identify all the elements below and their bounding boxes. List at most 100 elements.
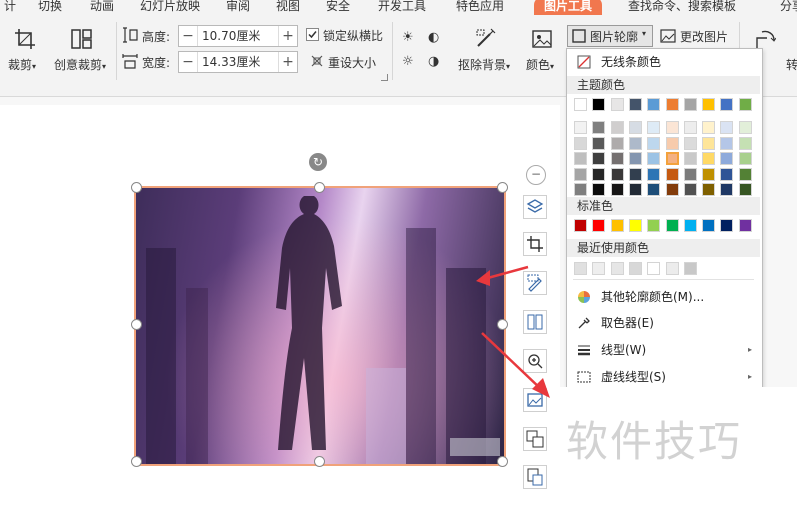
change-picture-button[interactable]: 更改图片 [680,28,728,45]
theme-shade-swatch[interactable] [647,121,661,134]
theme-shade-swatch[interactable] [647,167,661,181]
menu-tab-4[interactable]: 审阅 [226,0,250,15]
theme-shade-swatch[interactable] [702,152,716,165]
theme-shade-swatch[interactable] [665,121,679,134]
theme-shade-swatch[interactable] [610,152,624,165]
creative-crop-icon[interactable] [70,28,94,53]
menu-tab-3[interactable]: 幻灯片放映 [140,0,200,15]
theme-shade-swatch[interactable] [610,167,624,181]
recent-color-swatch[interactable] [647,262,661,275]
standard-color-swatch[interactable] [720,219,734,232]
standard-color-swatch[interactable] [702,219,716,232]
picture-color-icon[interactable] [531,28,553,53]
theme-color-swatch[interactable] [647,98,661,111]
resize-handle-left[interactable] [131,319,142,330]
theme-shade-swatch[interactable] [665,183,679,196]
width-spinner[interactable]: − 14.33厘米 + [178,51,298,73]
theme-shade-swatch[interactable] [683,136,697,150]
theme-shade-swatch[interactable] [702,167,716,181]
more-outline-colors-option[interactable]: 其他轮廓颜色(M)... [573,286,756,308]
theme-shade-swatch[interactable] [592,121,606,134]
decrease-height-button[interactable]: − [179,28,197,44]
standard-color-swatch[interactable] [610,219,624,232]
replace-picture-icon[interactable] [523,427,547,451]
theme-shade-swatch[interactable] [702,121,716,134]
standard-color-swatch[interactable] [647,219,661,232]
theme-color-swatch[interactable] [683,98,697,111]
standard-color-swatch[interactable] [574,219,587,232]
standard-color-swatch[interactable] [592,219,606,232]
theme-shade-swatch[interactable] [683,152,697,165]
theme-shade-swatch[interactable] [592,152,606,165]
crop-button[interactable]: 裁剪▾ [8,56,36,73]
picture-outline-button[interactable]: 图片轮廓 ▾ [567,25,653,47]
eyedropper-option[interactable]: 取色器(E) [573,312,756,334]
theme-color-swatch[interactable] [628,98,642,111]
increase-height-button[interactable]: + [279,28,297,44]
dash-type-option[interactable]: 虚线线型(S) ▸ [573,366,756,388]
theme-shade-swatch[interactable] [574,136,587,150]
theme-shade-swatch[interactable] [628,152,642,165]
theme-shade-swatch[interactable] [592,167,606,181]
remove-background-button[interactable]: 抠除背景▾ [458,56,510,73]
standard-color-swatch[interactable] [683,219,697,232]
theme-shade-swatch[interactable] [610,183,624,196]
theme-shade-swatch[interactable] [720,121,734,134]
menu-tab-11[interactable]: 分享 [780,0,797,15]
remove-background-icon[interactable] [474,28,498,53]
rotate-button[interactable]: 转 [786,56,797,73]
theme-shade-swatch[interactable] [665,152,679,165]
menu-tab-7[interactable]: 开发工具 [378,0,426,15]
theme-shade-swatch[interactable] [592,183,606,196]
rotate-handle-icon[interactable]: ↻ [309,153,327,171]
theme-shade-swatch[interactable] [574,152,587,165]
theme-shade-swatch[interactable] [574,183,587,196]
standard-color-swatch[interactable] [628,219,642,232]
theme-shade-swatch[interactable] [592,136,606,150]
theme-shade-swatch[interactable] [720,183,734,196]
resize-handle-top-left[interactable] [131,182,142,193]
height-input[interactable]: 10.70厘米 [197,26,279,46]
theme-shade-swatch[interactable] [665,136,679,150]
theme-shade-swatch[interactable] [683,183,697,196]
theme-shade-swatch[interactable] [683,167,697,181]
theme-shade-swatch[interactable] [738,152,752,165]
resize-handle-top[interactable] [314,182,325,193]
theme-shade-swatch[interactable] [702,136,716,150]
menu-tab-10[interactable]: 查找命令、搜索模板 [628,0,736,15]
crop-icon[interactable] [14,28,36,53]
theme-color-swatch[interactable] [574,98,587,111]
contrast-down-icon[interactable]: ◑ [428,54,439,69]
theme-shade-swatch[interactable] [647,152,661,165]
theme-shade-swatch[interactable] [702,183,716,196]
menu-tab-0[interactable]: 计 [4,0,16,15]
layers-icon[interactable] [523,195,547,219]
menu-tab-1[interactable]: 切换 [38,0,62,15]
selected-picture[interactable] [134,186,506,466]
theme-color-swatch[interactable] [610,98,624,111]
theme-shade-swatch[interactable] [574,167,587,181]
theme-shade-swatch[interactable] [738,183,752,196]
standard-color-swatch[interactable] [665,219,679,232]
theme-shade-swatch[interactable] [647,183,661,196]
increase-width-button[interactable]: + [279,54,297,70]
brightness-up-icon[interactable]: ☀ [402,30,414,45]
creative-crop-button[interactable]: 创意裁剪▾ [54,56,106,73]
resize-handle-bottom[interactable] [314,456,325,467]
no-outline-option[interactable]: 无线条颜色 [573,51,756,73]
reset-size-button[interactable]: 重设大小 [328,54,376,71]
reset-size-icon[interactable] [310,54,324,71]
theme-shade-swatch[interactable] [628,136,642,150]
theme-shade-swatch[interactable] [738,136,752,150]
lock-ratio-checkbox[interactable] [306,28,319,41]
color-button[interactable]: 颜色▾ [526,56,554,73]
resize-handle-bottom-right[interactable] [497,456,508,467]
theme-color-swatch[interactable] [665,98,679,111]
theme-shade-swatch[interactable] [738,121,752,134]
zoom-out-icon[interactable]: − [526,165,546,185]
menu-tab-8[interactable]: 特色应用 [456,0,504,15]
resize-handle-top-right[interactable] [497,182,508,193]
change-picture-icon[interactable] [660,28,676,47]
decrease-width-button[interactable]: − [179,54,197,70]
recent-color-swatch[interactable] [574,262,587,275]
